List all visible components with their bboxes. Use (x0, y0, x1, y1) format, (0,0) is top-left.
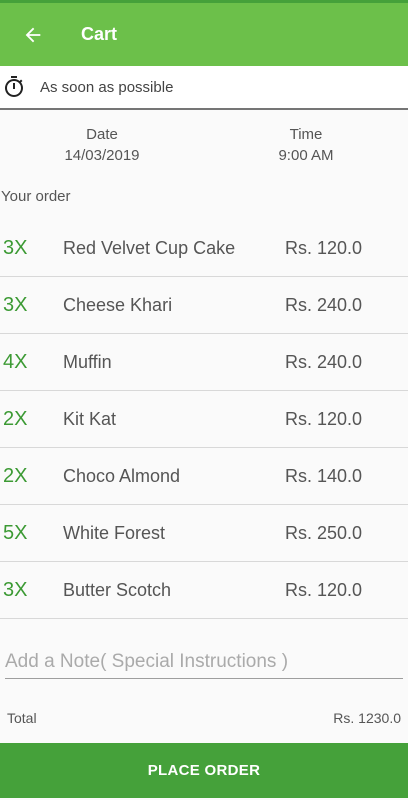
item-quantity: 2X (3, 464, 28, 487)
item-price: Rs. 120.0 (285, 408, 363, 429)
delivery-time-text: As soon as possible (40, 78, 174, 96)
item-quantity: 3X (3, 293, 28, 316)
time-value: 9:00 AM (278, 147, 334, 164)
item-price: Rs. 240.0 (285, 294, 363, 315)
item-name: Muffin (63, 351, 112, 372)
note-input[interactable] (5, 648, 403, 676)
item-quantity: 3X (3, 578, 28, 601)
item-name: Butter Scotch (63, 579, 172, 600)
order-items-list: 3X Red Velvet Cup Cake Rs. 120.0 3X Chee… (0, 220, 408, 619)
time-label: Time (289, 126, 323, 143)
item-price: Rs. 120.0 (285, 237, 363, 258)
item-name: Choco Almond (63, 465, 181, 486)
item-quantity: 4X (3, 350, 28, 373)
item-name: White Forest (63, 522, 166, 543)
item-name: Cheese Khari (63, 294, 173, 315)
item-price: Rs. 240.0 (285, 351, 363, 372)
item-quantity: 5X (3, 521, 28, 544)
item-quantity: 3X (3, 236, 28, 259)
total-value: Rs. 1230.0 (333, 710, 401, 726)
date-block[interactable]: Date 14/03/2019 (42, 124, 162, 166)
your-order-heading: Your order (1, 188, 71, 205)
item-price: Rs. 120.0 (285, 579, 363, 600)
list-item: 3X Butter Scotch Rs. 120.0 (0, 562, 408, 619)
list-item: 5X White Forest Rs. 250.0 (0, 505, 408, 562)
total-label: Total (7, 710, 37, 726)
list-item: 2X Choco Almond Rs. 140.0 (0, 448, 408, 505)
list-item: 3X Cheese Khari Rs. 240.0 (0, 277, 408, 334)
stopwatch-icon (4, 76, 23, 97)
item-name: Kit Kat (63, 408, 117, 429)
item-quantity: 2X (3, 407, 28, 430)
item-price: Rs. 250.0 (285, 522, 363, 543)
date-label: Date (86, 126, 118, 143)
list-item: 4X Muffin Rs. 240.0 (0, 334, 408, 391)
delivery-time-row[interactable]: As soon as possible (0, 66, 408, 110)
place-order-button[interactable]: PLACE ORDER (0, 743, 408, 798)
note-field-container (5, 648, 403, 679)
list-item: 3X Red Velvet Cup Cake Rs. 120.0 (0, 220, 408, 277)
item-name: Red Velvet Cup Cake (63, 237, 236, 258)
app-bar: Cart (0, 3, 408, 66)
time-block[interactable]: Time 9:00 AM (246, 124, 366, 166)
arrow-left-icon[interactable] (20, 22, 46, 48)
date-value: 14/03/2019 (64, 147, 140, 164)
page-title: Cart (81, 24, 118, 44)
item-price: Rs. 140.0 (285, 465, 363, 486)
list-item: 2X Kit Kat Rs. 120.0 (0, 391, 408, 448)
